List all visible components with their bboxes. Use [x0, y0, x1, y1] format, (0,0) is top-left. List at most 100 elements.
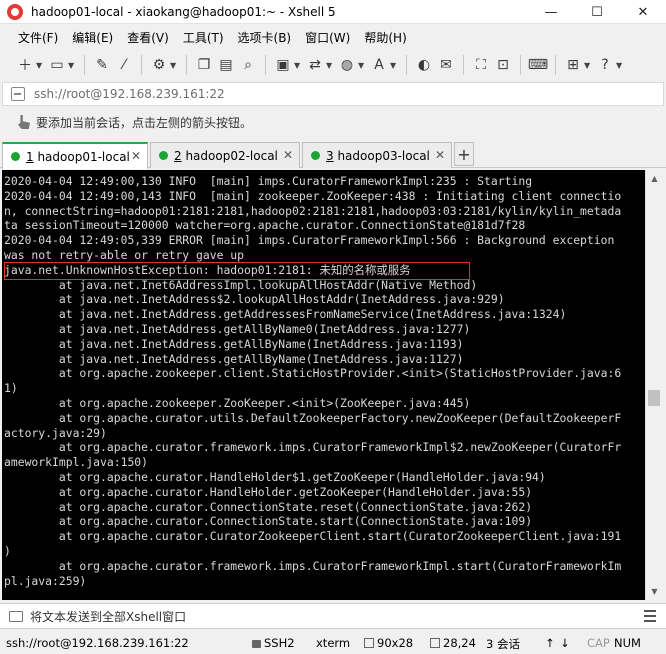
status-sessions: 3 会话 [486, 637, 520, 651]
properties-icon[interactable]: ⚙ [148, 54, 170, 76]
help-icon[interactable]: ? [594, 54, 616, 76]
tab-label: 3 hadoop03-local [326, 148, 430, 163]
terminal-line: pl.java:259) [4, 573, 87, 588]
open-folder-icon[interactable]: ▭ [46, 54, 68, 76]
terminal-line: at java.net.InetAddress.getAllByName(Ine… [4, 351, 464, 366]
menu-view[interactable]: 查看(V) [120, 29, 176, 46]
terminal-line: 2020-04-04 12:49:00,130 INFO [main] imps… [4, 174, 533, 188]
pointer-icon[interactable] [18, 115, 30, 129]
terminal-line: java.net.UnknownHostException: hadoop01:… [4, 262, 411, 277]
download-icon: ↓ [560, 636, 570, 650]
script-icon[interactable]: ✉ [435, 54, 457, 76]
keyboard-icon[interactable]: ⌨ [527, 54, 549, 76]
disconnect-icon[interactable]: ⁄ [113, 54, 135, 76]
status-connection: ssh://root@192.168.239.161:22 [6, 636, 189, 650]
terminal-line: at org.apache.curator.framework.imps.Cur… [4, 440, 622, 455]
toolbar-separator [186, 55, 187, 75]
menu-help[interactable]: 帮助(H) [357, 29, 413, 46]
font-dropdown-icon[interactable]: ▼ [390, 61, 400, 70]
tab-label: 1 hadoop01-local [26, 149, 130, 164]
maximize-button[interactable]: ☐ [574, 0, 620, 24]
status-num: NUM [614, 636, 641, 650]
toolbar-separator [265, 55, 266, 75]
connected-status-icon [159, 151, 168, 160]
upload-icon: ↑ [545, 636, 555, 650]
compose-text[interactable]: 将文本发送到全部Xshell窗口 [30, 608, 186, 625]
open-dropdown-icon[interactable]: ▼ [68, 61, 78, 70]
compose-icon[interactable]: ⊞ [562, 54, 584, 76]
terminal-line: ta sessionTimeout=120000 watcher=org.apa… [4, 218, 526, 233]
tab-hadoop02-local[interactable]: 2 hadoop02-local ✕ [150, 142, 300, 168]
menu-icon[interactable] [644, 610, 656, 622]
lock-icon[interactable]: ⊡ [492, 54, 514, 76]
tab-close-icon[interactable]: ✕ [435, 148, 445, 162]
close-button[interactable]: ✕ [620, 0, 666, 24]
copy-icon[interactable]: ❐ [193, 54, 215, 76]
tab-hadoop03-local[interactable]: 3 hadoop03-local ✕ [302, 142, 452, 168]
title-bar: hadoop01-local - xiaokang@hadoop01:~ - X… [0, 0, 666, 24]
menu-file[interactable]: 文件(F) [0, 29, 65, 46]
status-size: 90x28 [364, 636, 413, 650]
terminal-line: 1) [4, 381, 18, 396]
scroll-thumb[interactable] [648, 390, 660, 406]
properties-dropdown-icon[interactable]: ▼ [170, 61, 180, 70]
menu-edit[interactable]: 编辑(E) [65, 29, 120, 46]
terminal-line: at org.apache.zookeeper.client.StaticHos… [4, 366, 622, 381]
tab-bar: 1 hadoop01-local ✕ 2 hadoop02-local ✕ 3 … [0, 140, 666, 169]
terminal-line: actory.java:29) [4, 425, 107, 440]
status-bar: ssh://root@192.168.239.161:22 SSH2 xterm… [0, 630, 666, 654]
add-tab-button[interactable]: + [454, 142, 474, 166]
globe-dropdown-icon[interactable]: ▼ [358, 61, 368, 70]
xshell-logo-icon [7, 3, 23, 20]
paste-icon[interactable]: ▤ [215, 54, 237, 76]
terminal-line: 2020-04-04 12:49:05,339 ERROR [main] imp… [4, 233, 615, 248]
transfer-icon[interactable]: ⇄ [304, 54, 326, 76]
print-icon[interactable]: ▣ [272, 54, 294, 76]
cursor-icon [430, 638, 440, 648]
size-icon [364, 638, 374, 648]
tab-hadoop01-local[interactable]: 1 hadoop01-local ✕ [2, 142, 148, 169]
new-session-dropdown-icon[interactable]: ▼ [36, 61, 46, 70]
connect-icon[interactable]: ✎ [91, 54, 113, 76]
terminal-line: at org.apache.curator.framework.imps.Cur… [4, 558, 622, 573]
terminal-lines: 2020-04-04 12:49:00,130 INFO [main] imps… [4, 174, 640, 588]
terminal-scrollbar[interactable]: ▲ ▼ [645, 170, 662, 600]
toolbar-separator [406, 55, 407, 75]
tab-close-icon[interactable]: ✕ [283, 148, 293, 162]
session-hint-bar: 要添加当前会话，点击左侧的箭头按钮。 [0, 108, 666, 136]
menu-window[interactable]: 窗口(W) [298, 29, 357, 46]
globe-icon[interactable]: ◍ [336, 54, 358, 76]
transfer-dropdown-icon[interactable]: ▼ [326, 61, 336, 70]
address-bar[interactable]: ssh://root@192.168.239.161:22 [2, 82, 664, 106]
tab-close-icon[interactable]: ✕ [131, 149, 141, 163]
address-text[interactable]: ssh://root@192.168.239.161:22 [34, 87, 225, 101]
menu-tools[interactable]: 工具(T) [176, 29, 231, 46]
terminal-line: ameworkImpl.java:150) [4, 455, 149, 470]
terminal-line: at org.apache.curator.ConnectionState.re… [4, 499, 533, 514]
fullscreen-icon[interactable]: ⛶ [470, 54, 492, 76]
menu-tabs[interactable]: 选项卡(B) [231, 29, 299, 46]
find-icon[interactable]: ⌕ [237, 54, 259, 76]
scroll-up-icon[interactable]: ▲ [646, 170, 663, 187]
minimize-button[interactable]: — [528, 0, 574, 24]
print-dropdown-icon[interactable]: ▼ [294, 61, 304, 70]
terminal-line: at org.apache.curator.ConnectionState.st… [4, 514, 533, 529]
terminal-line: at org.apache.curator.utils.DefaultZooke… [4, 410, 622, 425]
compose-dropdown-icon[interactable]: ▼ [584, 61, 594, 70]
toolbar-separator [84, 55, 85, 75]
terminal-output[interactable]: 2020-04-04 12:49:00,130 INFO [main] imps… [2, 170, 645, 600]
terminal-line: ) [4, 543, 11, 558]
connected-status-icon [11, 152, 20, 161]
address-icon [11, 87, 25, 101]
terminal-line: at java.net.Inet6AddressImpl.lookupAllHo… [4, 277, 478, 292]
compose-bar[interactable]: 将文本发送到全部Xshell窗口 [0, 603, 666, 629]
scroll-down-icon[interactable]: ▼ [646, 583, 663, 600]
terminal-line: at java.net.InetAddress.getAllByName0(In… [4, 321, 471, 336]
menu-bar: 文件(F) 编辑(E) 查看(V) 工具(T) 选项卡(B) 窗口(W) 帮助(… [0, 26, 666, 48]
toolbar: ＋ ▼ ▭ ▼ ✎ ⁄ ⚙ ▼ ❐ ▤ ⌕ ▣ ▼ ⇄ ▼ ◍ ▼ A ▼ ◐ … [0, 50, 666, 80]
font-icon[interactable]: A [368, 54, 390, 76]
xftp-icon[interactable]: ◐ [413, 54, 435, 76]
new-session-icon[interactable]: ＋ [14, 54, 36, 76]
tab-label: 2 hadoop02-local [174, 148, 278, 163]
help-dropdown-icon[interactable]: ▼ [616, 61, 626, 70]
